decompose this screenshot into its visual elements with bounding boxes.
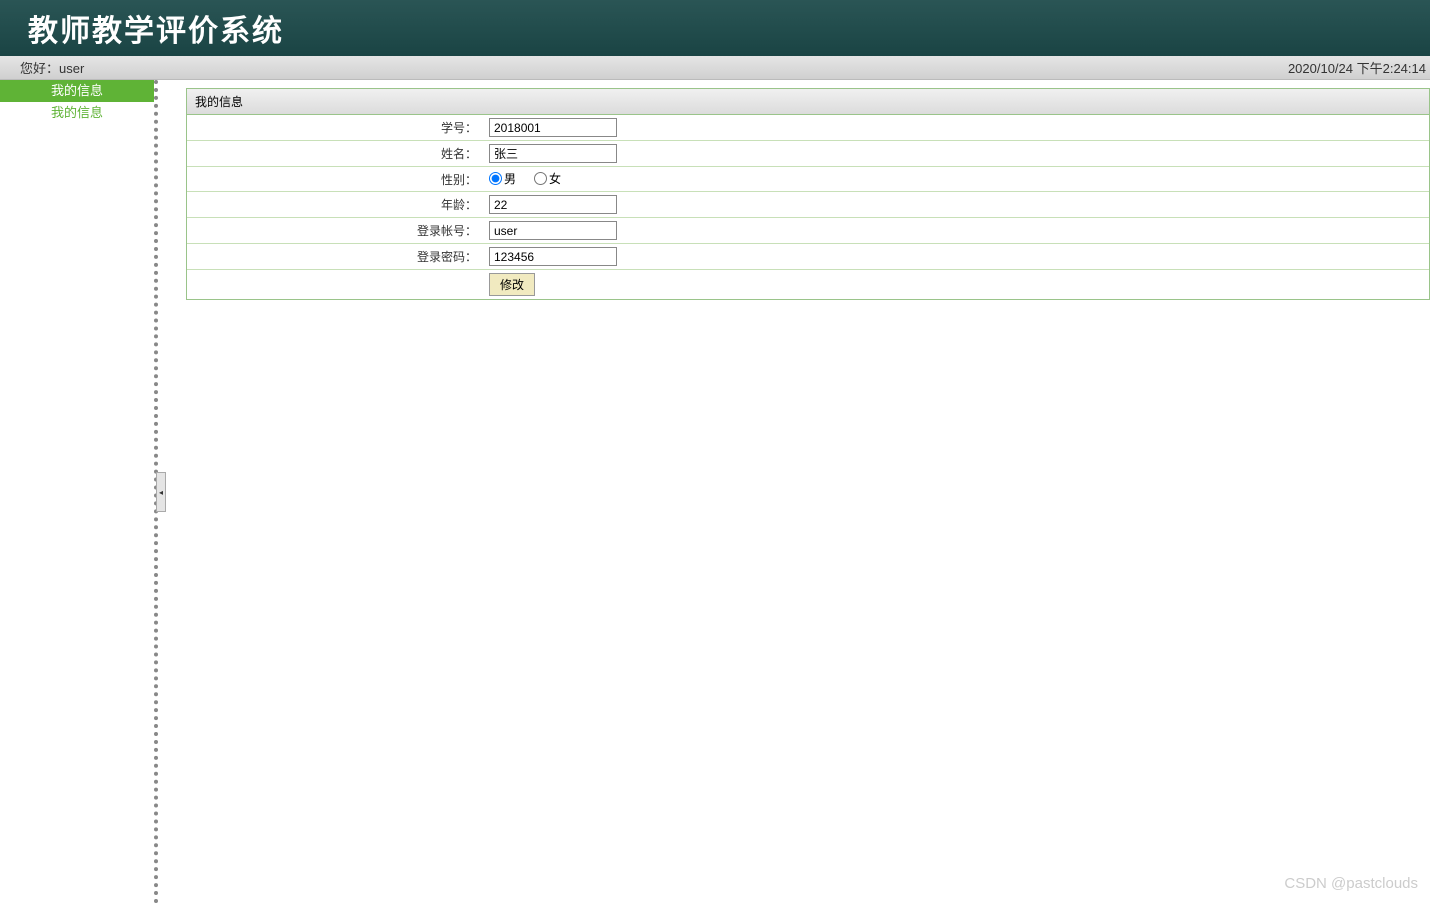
age-label: 年龄： xyxy=(187,192,485,218)
name-input[interactable] xyxy=(489,144,617,163)
account-input[interactable] xyxy=(489,221,617,240)
sidebar-item-my-info-active[interactable]: 我的信息 xyxy=(0,80,154,102)
top-bar: 您好：user 2020/10/24 下午2:24:14 xyxy=(0,56,1430,80)
table-row: 修改 xyxy=(187,270,1429,300)
content-area: 我的信息 学号： 姓名： 性别： xyxy=(158,80,1430,904)
chevron-left-icon: ◂ xyxy=(159,488,163,497)
greeting-prefix: 您好： xyxy=(20,61,59,76)
gender-male-label: 男 xyxy=(504,170,516,187)
greeting: 您好：user xyxy=(20,58,84,77)
app-header: 教师教学评价系统 xyxy=(0,0,1430,56)
age-input[interactable] xyxy=(489,195,617,214)
sidebar: 我的信息 我的信息 ◂ xyxy=(0,80,158,904)
password-input[interactable] xyxy=(489,247,617,266)
table-row: 登录帐号： xyxy=(187,218,1429,244)
panel-title: 我的信息 xyxy=(187,89,1429,115)
table-row: 年龄： xyxy=(187,192,1429,218)
student-id-input[interactable] xyxy=(489,118,617,137)
datetime-display: 2020/10/24 下午2:24:14 xyxy=(1288,58,1426,77)
greeting-username: user xyxy=(59,61,84,76)
gender-female-label: 女 xyxy=(549,170,561,187)
info-form-table: 学号： 姓名： 性别： xyxy=(187,115,1429,299)
info-panel: 我的信息 学号： 姓名： 性别： xyxy=(186,88,1430,300)
student-id-label: 学号： xyxy=(187,115,485,141)
account-label: 登录帐号： xyxy=(187,218,485,244)
table-row: 学号： xyxy=(187,115,1429,141)
gender-female-option[interactable]: 女 xyxy=(534,170,561,187)
table-row: 登录密码： xyxy=(187,244,1429,270)
sidebar-collapse-handle[interactable]: ◂ xyxy=(156,472,166,512)
name-label: 姓名： xyxy=(187,141,485,167)
gender-male-radio[interactable] xyxy=(489,172,502,185)
gender-label: 性别： xyxy=(187,167,485,192)
gender-female-radio[interactable] xyxy=(534,172,547,185)
sidebar-item-my-info[interactable]: 我的信息 xyxy=(0,102,154,124)
app-title: 教师教学评价系统 xyxy=(28,6,284,50)
table-row: 性别： 男 女 xyxy=(187,167,1429,192)
gender-male-option[interactable]: 男 xyxy=(489,170,516,187)
table-row: 姓名： xyxy=(187,141,1429,167)
main-layout: 我的信息 我的信息 ◂ 我的信息 学号： 姓名： xyxy=(0,80,1430,904)
gender-radio-group: 男 女 xyxy=(489,170,561,187)
password-label: 登录密码： xyxy=(187,244,485,270)
submit-button[interactable]: 修改 xyxy=(489,273,535,296)
